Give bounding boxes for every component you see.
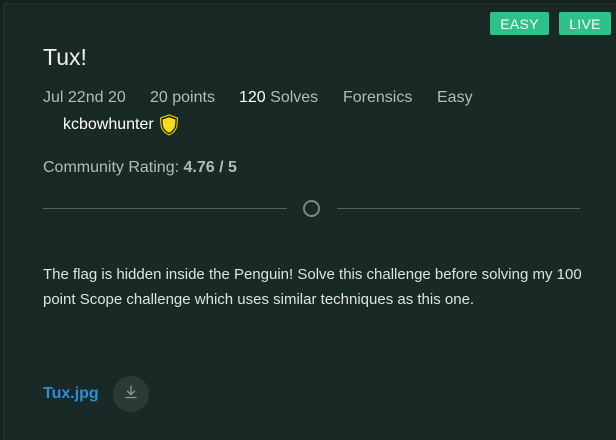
challenge-difficulty: Easy xyxy=(437,89,473,106)
solves-label: Solves xyxy=(265,89,319,106)
challenge-points: 20 points xyxy=(150,89,215,106)
divider-right xyxy=(337,208,580,209)
download-button[interactable] xyxy=(113,376,149,412)
challenge-title: Tux! xyxy=(43,44,87,70)
download-icon xyxy=(123,384,139,405)
challenge-category: Forensics xyxy=(343,89,413,106)
challenge-author[interactable]: kcbowhunter xyxy=(63,113,179,137)
difficulty-badge: EASY xyxy=(490,12,549,35)
solves-count: 120 xyxy=(239,89,266,106)
community-rating: Community Rating: 4.76 / 5 xyxy=(43,159,237,177)
challenge-solves[interactable]: 120 Solves xyxy=(239,89,318,107)
rating-value: 4.76 / 5 xyxy=(183,159,237,176)
author-name[interactable]: kcbowhunter xyxy=(63,116,154,134)
challenge-date: Jul 22nd 20 xyxy=(43,89,126,106)
live-badge: LIVE xyxy=(559,12,611,35)
attachment-link[interactable]: Tux.jpg xyxy=(43,385,99,403)
challenge-description: The flag is hidden inside the Penguin! S… xyxy=(43,266,582,308)
challenge-card: EASY LIVE Tux! Jul 22nd 20 20 points 120… xyxy=(3,3,616,440)
rating-label: Community Rating: xyxy=(43,159,184,176)
divider-circle-icon xyxy=(303,200,320,217)
shield-icon xyxy=(159,114,179,136)
divider-left xyxy=(43,208,287,209)
